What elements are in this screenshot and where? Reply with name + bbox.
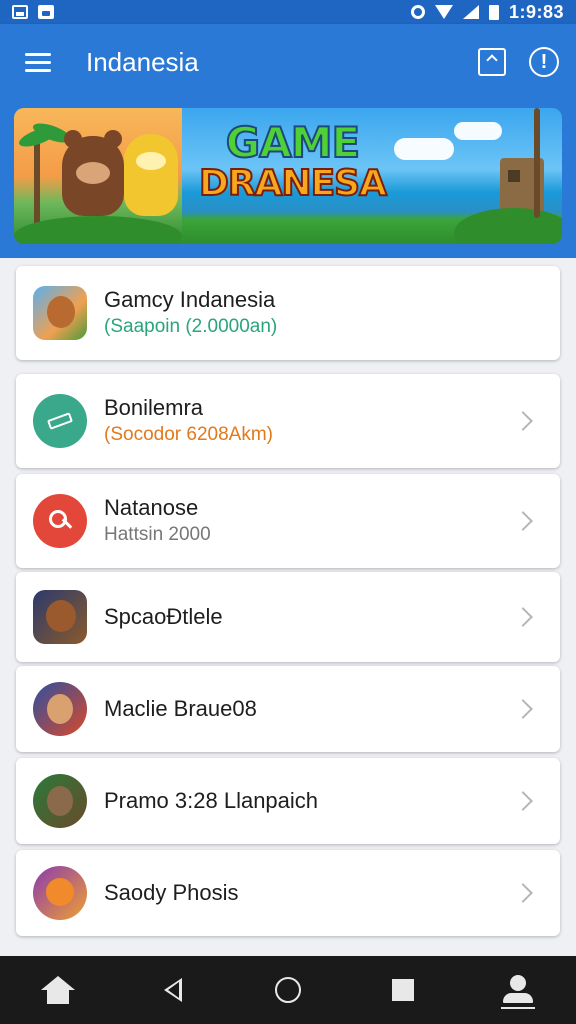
avatar-character bbox=[47, 786, 73, 816]
chevron-right-icon bbox=[513, 511, 533, 531]
list-item[interactable]: Natanose Hattsin 2000 bbox=[16, 474, 560, 568]
list-item[interactable]: Pramo 3:28 Llanpaich bbox=[16, 758, 560, 844]
banner-logo: GAME DRANESA bbox=[198, 118, 388, 204]
avatar-character bbox=[47, 694, 73, 724]
cloud-decoration bbox=[394, 138, 454, 160]
list-item-title: Gamcy Indanesia bbox=[104, 286, 276, 312]
back-button[interactable] bbox=[143, 960, 203, 1020]
home-button[interactable] bbox=[28, 960, 88, 1020]
recents-button[interactable] bbox=[373, 960, 433, 1020]
list-item-title: Maclie Braue08 bbox=[104, 696, 257, 722]
chevron-right-icon bbox=[513, 883, 533, 903]
square-icon bbox=[392, 979, 415, 1001]
wolf-game-icon bbox=[33, 774, 87, 828]
chevron-right-icon bbox=[513, 607, 533, 627]
chick-face bbox=[136, 152, 166, 170]
warrior-game-icon bbox=[33, 682, 87, 736]
list-item[interactable]: Maclie Braue08 bbox=[16, 666, 560, 752]
alert-icon: ! bbox=[529, 47, 559, 77]
banner-area: GAME DRANESA bbox=[0, 100, 576, 258]
avatar-character bbox=[46, 878, 74, 906]
list-item[interactable]: Saody Phosis bbox=[16, 850, 560, 936]
sync-icon bbox=[410, 5, 425, 19]
bush-decoration bbox=[454, 208, 562, 244]
hamburger-icon-line bbox=[25, 60, 51, 64]
list-item[interactable]: Bonilemra (Socodor 6208Akm) bbox=[16, 374, 560, 468]
fox-game-icon bbox=[33, 286, 87, 340]
cloud-decoration bbox=[454, 122, 502, 140]
list-item-subtitle: Hattsin 2000 bbox=[104, 524, 211, 546]
back-triangle-icon bbox=[163, 978, 182, 1002]
list-item-title: Saody Phosis bbox=[104, 880, 239, 906]
chevron-right-icon bbox=[513, 411, 533, 431]
status-time: 1:9:83 bbox=[508, 1, 564, 22]
page-title: Indanesia bbox=[86, 46, 199, 77]
fox-face-icon bbox=[33, 866, 87, 920]
compass-glyph bbox=[47, 412, 73, 430]
list-item-title: Pramo 3:28 Llanpaich bbox=[104, 788, 319, 814]
profile-button[interactable] bbox=[488, 960, 548, 1020]
hamburger-icon-line bbox=[25, 68, 51, 72]
info-button[interactable]: ! bbox=[520, 34, 576, 90]
hamburger-icon-line bbox=[25, 52, 51, 56]
list-item-subtitle: (Socodor 6208Akm) bbox=[104, 424, 273, 446]
home-icon bbox=[40, 976, 75, 1004]
signal-icon bbox=[462, 5, 479, 19]
banner-logo-line2: DRANESA bbox=[198, 163, 388, 204]
avatar-character bbox=[46, 600, 76, 632]
person-icon bbox=[501, 975, 536, 1009]
palm-tree-decoration bbox=[534, 108, 540, 218]
avatar-character bbox=[47, 296, 75, 328]
bear-game-icon bbox=[33, 590, 87, 644]
bear-face bbox=[76, 162, 110, 184]
battery-icon bbox=[488, 4, 499, 20]
red-link-icon bbox=[33, 494, 87, 548]
system-nav-bar bbox=[0, 956, 576, 1024]
list-item[interactable]: Gamcy Indanesia (Saapoin (2.0000an) bbox=[16, 266, 560, 360]
gallery-notification-icon bbox=[12, 5, 28, 19]
chevron-right-icon bbox=[513, 699, 533, 719]
list-item-title: Natanose bbox=[104, 494, 199, 520]
palm-tree-decoration bbox=[34, 138, 40, 228]
app-bar: Indanesia ! bbox=[0, 24, 576, 100]
banner-character-art bbox=[14, 108, 182, 244]
home-circle-button[interactable] bbox=[258, 960, 318, 1020]
list-item[interactable]: SpcaoÐtlele bbox=[16, 572, 560, 662]
image-notification-icon bbox=[38, 5, 54, 19]
status-bar: 1:9:83 bbox=[0, 0, 576, 24]
chevron-right-icon bbox=[513, 791, 533, 811]
list-item-title: SpcaoÐtlele bbox=[104, 604, 223, 630]
person-underline bbox=[501, 1007, 536, 1009]
menu-button[interactable] bbox=[10, 34, 66, 90]
open-external-icon bbox=[478, 48, 506, 76]
circle-icon bbox=[274, 977, 301, 1003]
list-item-subtitle: (Saapoin (2.0000an) bbox=[104, 316, 278, 338]
green-compass-icon bbox=[33, 394, 87, 448]
open-external-button[interactable] bbox=[464, 34, 520, 90]
bear-character bbox=[62, 130, 124, 216]
list-item-title: Bonilemra bbox=[104, 394, 204, 420]
banner-logo-line1: GAME bbox=[225, 118, 361, 167]
chick-character bbox=[124, 134, 178, 216]
wifi-icon bbox=[434, 5, 453, 19]
promo-banner[interactable]: GAME DRANESA bbox=[14, 108, 562, 244]
